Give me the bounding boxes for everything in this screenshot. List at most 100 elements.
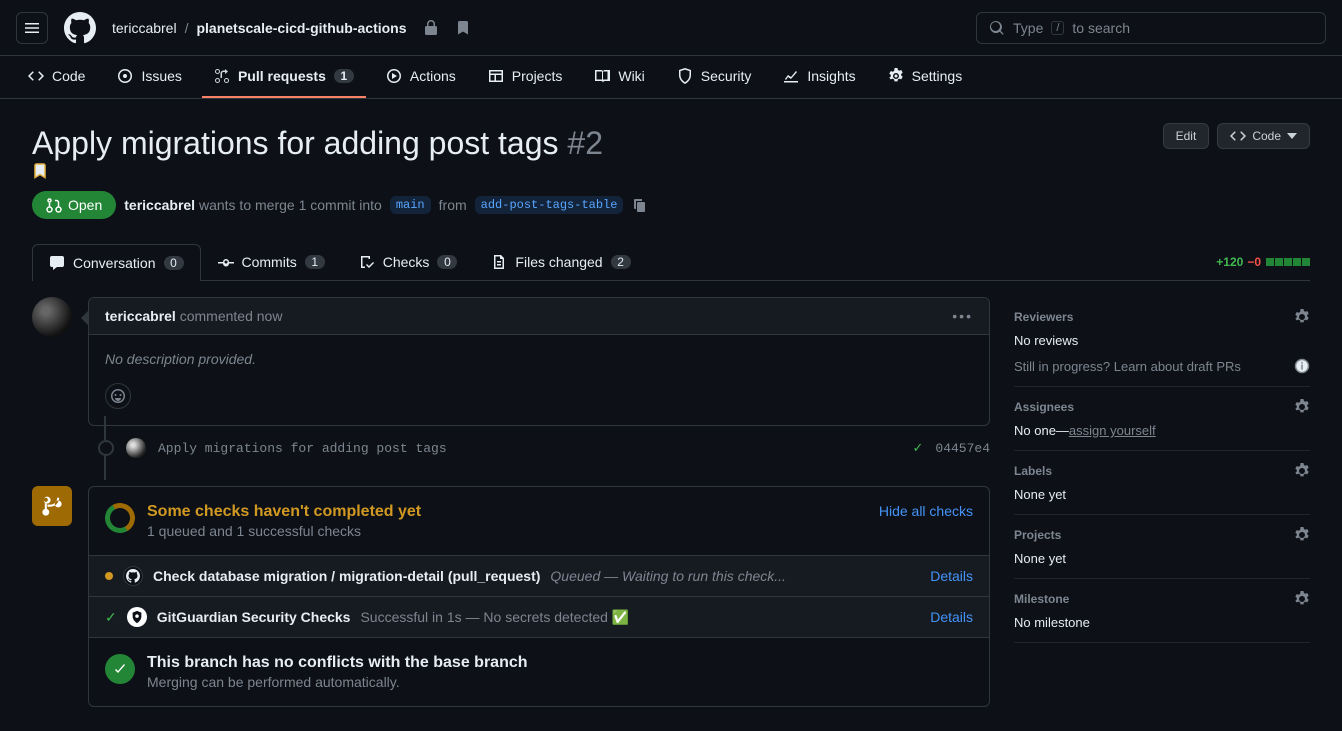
breadcrumb-separator: / bbox=[185, 20, 189, 36]
success-circle-icon bbox=[105, 654, 135, 684]
check-row: ✓ GitGuardian Security Checks Successful… bbox=[89, 597, 989, 638]
merge-status-box: Some checks haven't completed yet 1 queu… bbox=[32, 486, 990, 707]
add-reaction-button[interactable] bbox=[105, 383, 131, 409]
avatar[interactable] bbox=[32, 297, 72, 337]
milestone-text: No milestone bbox=[1014, 615, 1310, 630]
status-donut-icon bbox=[102, 500, 139, 537]
tab-code[interactable]: Code bbox=[16, 56, 97, 98]
gear-icon[interactable] bbox=[1294, 591, 1310, 607]
commit-message[interactable]: Apply migrations for adding post tags bbox=[158, 441, 447, 456]
draft-link[interactable]: Learn about draft PRs bbox=[1114, 359, 1294, 374]
hide-checks-link[interactable]: Hide all checks bbox=[879, 503, 973, 519]
assignees-text: No one— bbox=[1014, 423, 1069, 438]
no-conflicts-title: This branch has no conflicts with the ba… bbox=[147, 654, 528, 672]
tab-pull-requests[interactable]: Pull requests1 bbox=[202, 56, 366, 98]
search-input[interactable]: Type / to search bbox=[976, 12, 1326, 44]
pr-title: Apply migrations for adding post tags #2 bbox=[32, 123, 611, 179]
avatar[interactable] bbox=[126, 438, 146, 458]
code-icon bbox=[28, 68, 44, 84]
tab-insights[interactable]: Insights bbox=[771, 56, 867, 98]
check-status: Queued — Waiting to run this check... bbox=[550, 568, 786, 584]
copy-icon[interactable] bbox=[631, 197, 647, 213]
milestone-heading[interactable]: Milestone bbox=[1014, 592, 1069, 606]
diff-squares bbox=[1265, 255, 1310, 269]
comment-menu-button[interactable]: ••• bbox=[952, 308, 973, 324]
search-key-hint: / bbox=[1051, 21, 1064, 35]
check-success-icon: ✓ bbox=[105, 609, 117, 626]
timeline-comment: tericcabrel commented now ••• No descrip… bbox=[32, 297, 990, 426]
draft-question: Still in progress? bbox=[1014, 359, 1110, 374]
pr-sidebar: Reviewers No reviews Still in progress? … bbox=[1014, 297, 1310, 707]
check-avatar bbox=[127, 607, 147, 627]
comment-time[interactable]: now bbox=[257, 308, 283, 324]
pr-tabs: Conversation0 Commits1 Checks0 Files cha… bbox=[32, 243, 1310, 281]
check-icon bbox=[112, 661, 128, 677]
graph-icon bbox=[783, 68, 799, 84]
file-diff-icon bbox=[491, 254, 507, 270]
tab-projects[interactable]: Projects bbox=[476, 56, 575, 98]
comment-icon bbox=[49, 255, 65, 271]
tab-files-changed[interactable]: Files changed2 bbox=[474, 243, 647, 280]
tab-wiki[interactable]: Wiki bbox=[582, 56, 656, 98]
play-icon bbox=[386, 68, 402, 84]
table-icon bbox=[488, 68, 504, 84]
github-mark-icon bbox=[126, 569, 140, 583]
projects-heading[interactable]: Projects bbox=[1014, 528, 1061, 542]
head-branch[interactable]: add-post-tags-table bbox=[475, 196, 624, 214]
gear-icon[interactable] bbox=[1294, 463, 1310, 479]
breadcrumb: tericcabrel / planetscale-cicd-github-ac… bbox=[112, 20, 471, 36]
bookmark-icon[interactable] bbox=[455, 20, 471, 36]
base-branch[interactable]: main bbox=[390, 196, 431, 214]
issue-icon bbox=[117, 68, 133, 84]
projects-text: None yet bbox=[1014, 551, 1310, 566]
timeline-commit: Apply migrations for adding post tags ✓ … bbox=[32, 426, 990, 470]
comment-author[interactable]: tericcabrel bbox=[105, 308, 176, 324]
gear-icon[interactable] bbox=[1294, 527, 1310, 543]
pr-author[interactable]: tericcabrel bbox=[124, 197, 195, 213]
check-name[interactable]: Check database migration / migration-det… bbox=[153, 568, 540, 584]
pull-requests-count: 1 bbox=[334, 69, 354, 83]
breadcrumb-owner[interactable]: tericcabrel bbox=[112, 20, 177, 36]
details-link[interactable]: Details bbox=[930, 609, 973, 625]
details-link[interactable]: Details bbox=[930, 568, 973, 584]
tab-security[interactable]: Security bbox=[665, 56, 764, 98]
tab-settings[interactable]: Settings bbox=[876, 56, 975, 98]
check-icon[interactable]: ✓ bbox=[912, 441, 923, 456]
tab-commits[interactable]: Commits1 bbox=[201, 243, 342, 280]
tab-conversation[interactable]: Conversation0 bbox=[32, 244, 201, 281]
labels-heading[interactable]: Labels bbox=[1014, 464, 1052, 478]
book-icon bbox=[594, 68, 610, 84]
tab-checks[interactable]: Checks0 bbox=[342, 243, 475, 280]
assignees-heading[interactable]: Assignees bbox=[1014, 400, 1074, 414]
status-queued-icon bbox=[105, 572, 113, 580]
smiley-icon bbox=[110, 388, 126, 404]
pull-request-icon bbox=[214, 68, 230, 84]
hamburger-icon bbox=[24, 20, 40, 36]
gear-icon[interactable] bbox=[1294, 309, 1310, 325]
github-mark-icon bbox=[64, 12, 96, 44]
repo-nav: Code Issues Pull requests1 Actions Proje… bbox=[0, 56, 1342, 99]
gear-icon[interactable] bbox=[1294, 399, 1310, 415]
hamburger-menu-button[interactable] bbox=[16, 12, 48, 44]
commit-sha[interactable]: 04457e4 bbox=[935, 441, 990, 456]
search-placeholder-suffix: to search bbox=[1072, 20, 1130, 36]
tab-issues[interactable]: Issues bbox=[105, 56, 193, 98]
bookmark-icon[interactable] bbox=[32, 163, 611, 179]
pr-state-badge: Open bbox=[32, 191, 116, 219]
edit-button[interactable]: Edit bbox=[1163, 123, 1210, 149]
assign-yourself-link[interactable]: assign yourself bbox=[1069, 423, 1156, 438]
main-content: Apply migrations for adding post tags #2… bbox=[0, 99, 1342, 731]
commit-dot-icon bbox=[98, 440, 114, 456]
reviewers-heading[interactable]: Reviewers bbox=[1014, 310, 1073, 324]
github-logo[interactable] bbox=[64, 12, 96, 44]
breadcrumb-repo[interactable]: planetscale-cicd-github-actions bbox=[196, 20, 406, 36]
check-name[interactable]: GitGuardian Security Checks bbox=[157, 609, 351, 625]
tab-actions[interactable]: Actions bbox=[374, 56, 468, 98]
search-icon bbox=[989, 20, 1005, 36]
info-icon[interactable] bbox=[1294, 358, 1310, 374]
pr-number: #2 bbox=[567, 125, 603, 161]
no-conflicts-subtitle: Merging can be performed automatically. bbox=[147, 674, 528, 690]
code-dropdown-button[interactable]: Code bbox=[1217, 123, 1310, 149]
merge-icon-box bbox=[32, 486, 72, 526]
check-row: Check database migration / migration-det… bbox=[89, 556, 989, 597]
